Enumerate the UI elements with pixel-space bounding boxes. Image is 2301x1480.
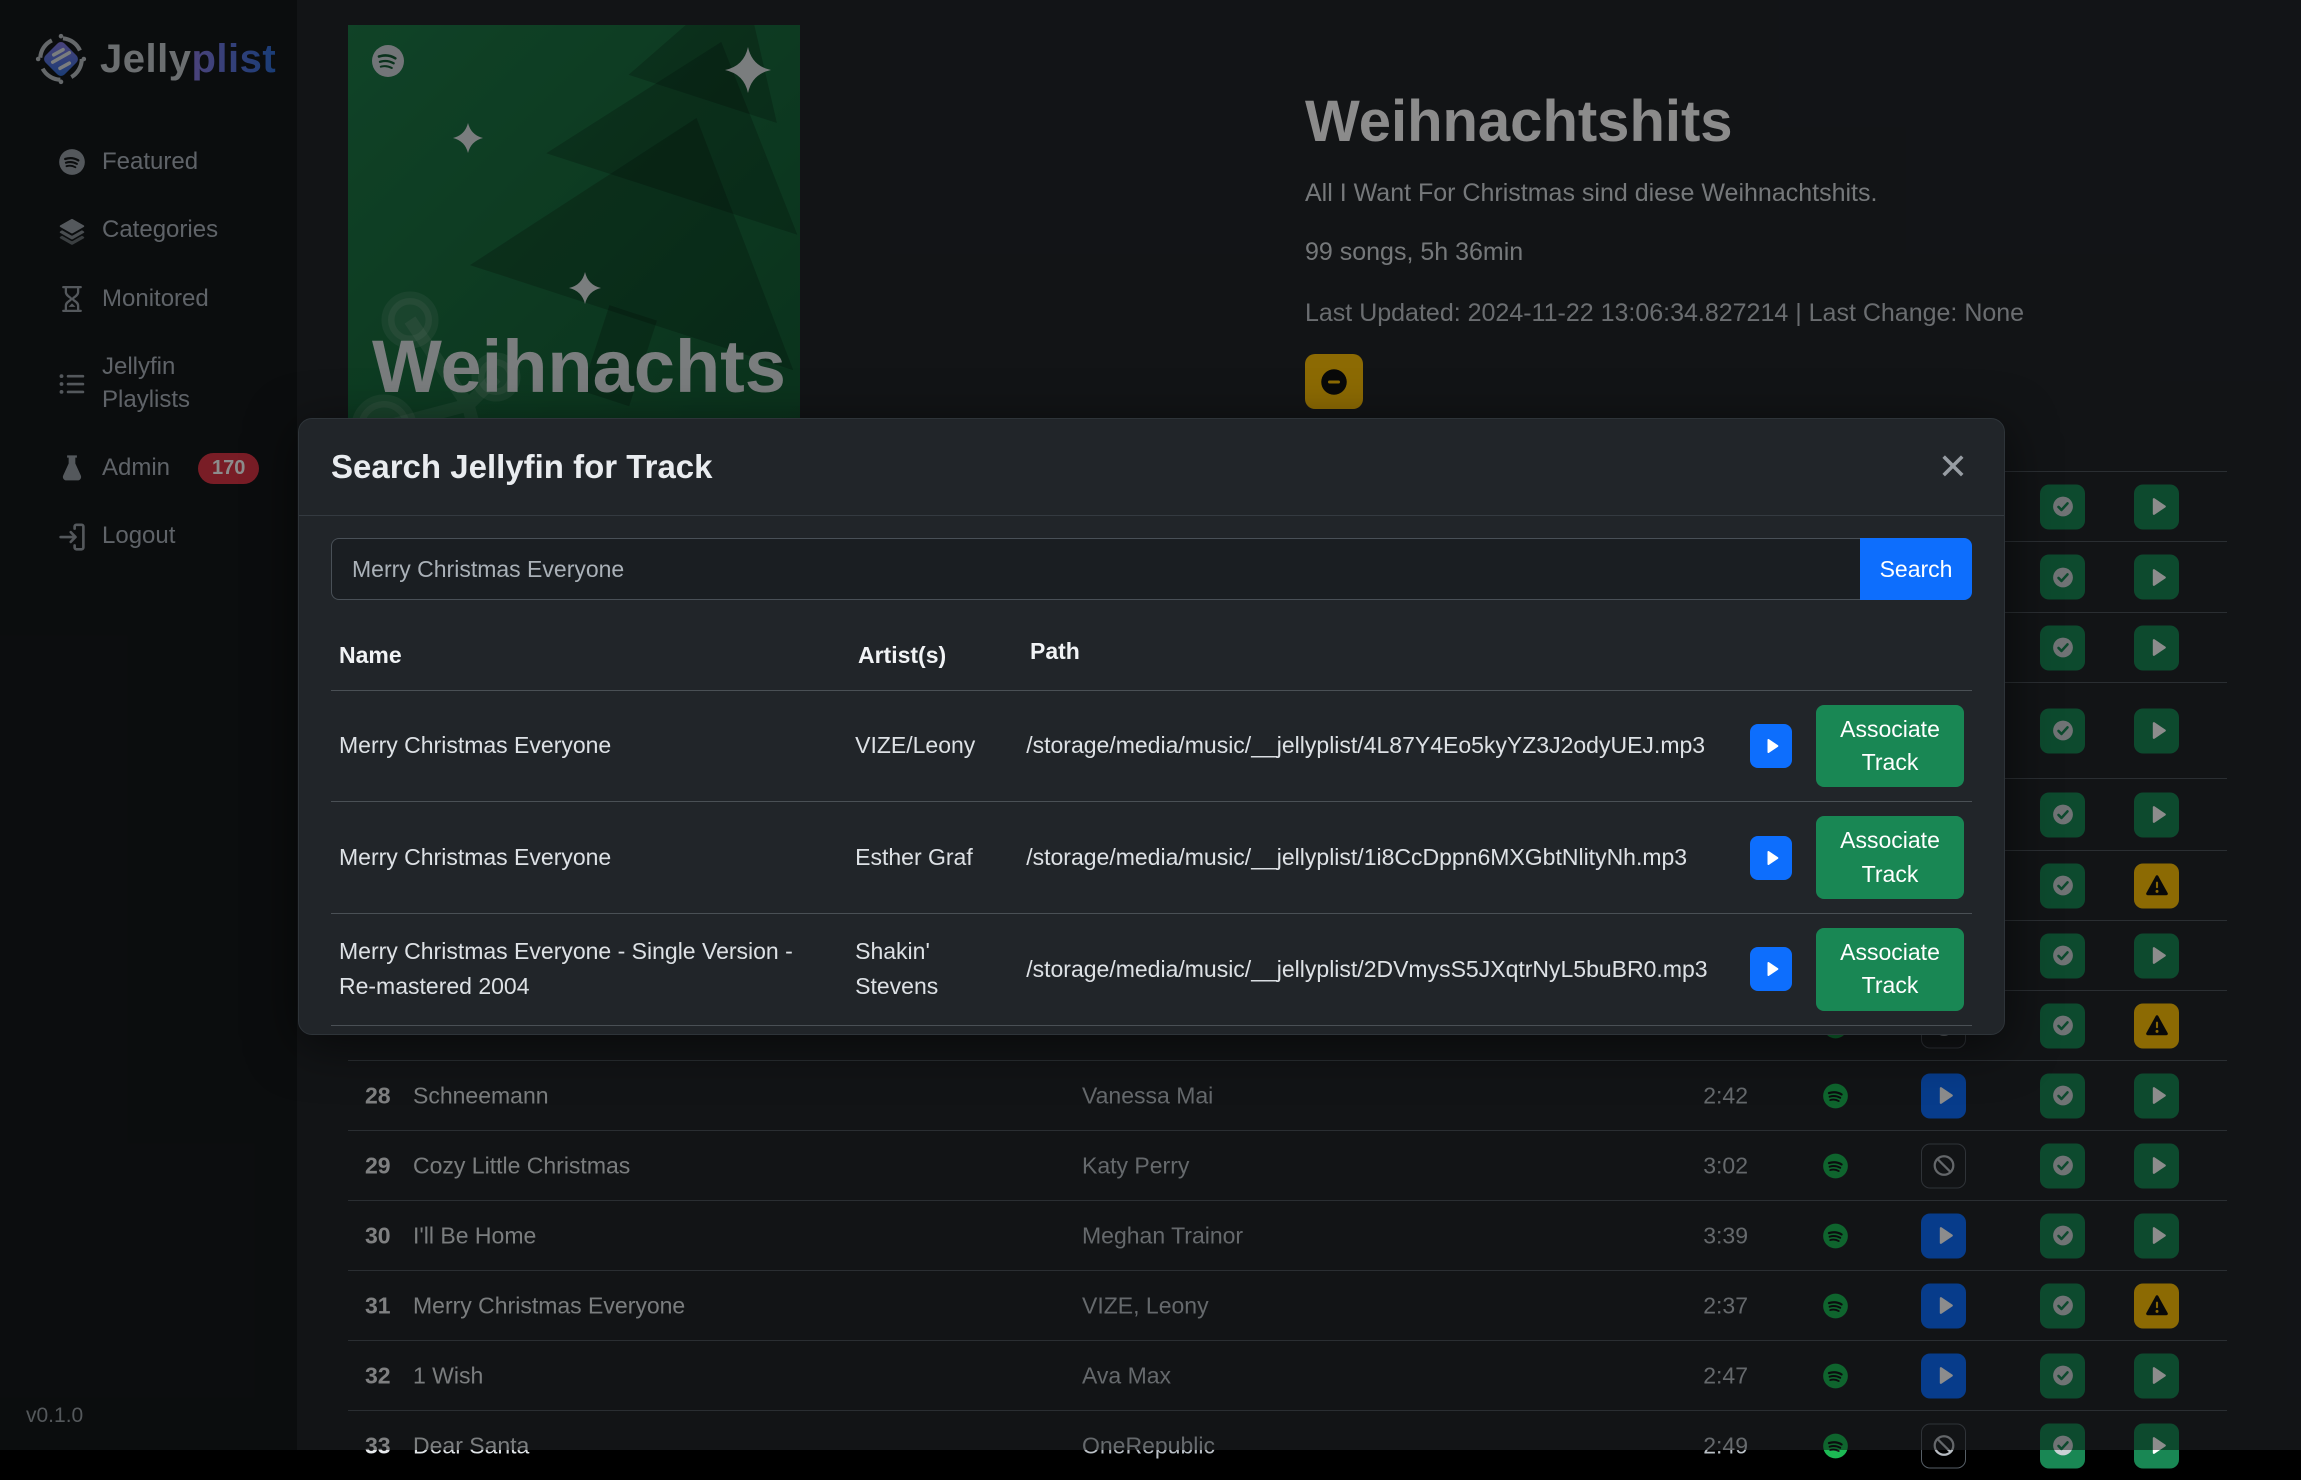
search-input[interactable] <box>331 538 1860 600</box>
column-header-artists: Artist(s) <box>858 638 1030 674</box>
column-header-path: Path <box>1030 638 1756 674</box>
result-path: /storage/media/music/__jellyplist/2DVmys… <box>1026 956 1748 983</box>
result-actions: Associate Track <box>1748 705 1964 788</box>
search-button[interactable]: Search <box>1860 538 1972 600</box>
column-header-name: Name <box>339 638 858 674</box>
result-name: Merry Christmas Everyone <box>339 728 855 764</box>
result-artists: Esther Graf <box>855 840 1026 876</box>
result-artists: Shakin' Stevens <box>855 934 1026 1005</box>
result-path: /storage/media/music/__jellyplist/4L87Y4… <box>1026 732 1748 759</box>
search-result-row: Merry Christmas EveryoneEsther Graf/stor… <box>331 801 1972 913</box>
search-results-table: Name Artist(s) Path Merry Christmas Ever… <box>331 626 1972 1026</box>
modal-body: Search Name Artist(s) Path Merry Christm… <box>299 516 2004 1048</box>
results-header-row: Name Artist(s) Path <box>331 626 1972 690</box>
result-actions: Associate Track <box>1748 928 1964 1011</box>
search-result-row: Merry Christmas EveryoneVIZE/Leony/stora… <box>331 690 1972 802</box>
modal-play-button[interactable] <box>1750 836 1792 880</box>
result-path: /storage/media/music/__jellyplist/1i8CcD… <box>1026 844 1748 871</box>
jellyfin-search-modal: Search Jellyfin for Track ✕ Search Name … <box>298 418 2005 1035</box>
result-name: Merry Christmas Everyone - Single Versio… <box>339 934 855 1005</box>
modal-play-button[interactable] <box>1750 724 1792 768</box>
result-actions: Associate Track <box>1748 816 1964 899</box>
modal-play-button[interactable] <box>1750 947 1792 991</box>
modal-header: Search Jellyfin for Track ✕ <box>299 419 2004 516</box>
modal-title: Search Jellyfin for Track <box>331 448 713 486</box>
associate-track-button[interactable]: Associate Track <box>1816 928 1964 1011</box>
result-name: Merry Christmas Everyone <box>339 840 855 876</box>
associate-track-button[interactable]: Associate Track <box>1816 705 1964 788</box>
associate-track-button[interactable]: Associate Track <box>1816 816 1964 899</box>
search-input-group: Search <box>331 538 1972 600</box>
close-icon[interactable]: ✕ <box>1934 449 1972 485</box>
result-artists: VIZE/Leony <box>855 728 1026 764</box>
search-result-row: Merry Christmas Everyone - Single Versio… <box>331 913 1972 1026</box>
